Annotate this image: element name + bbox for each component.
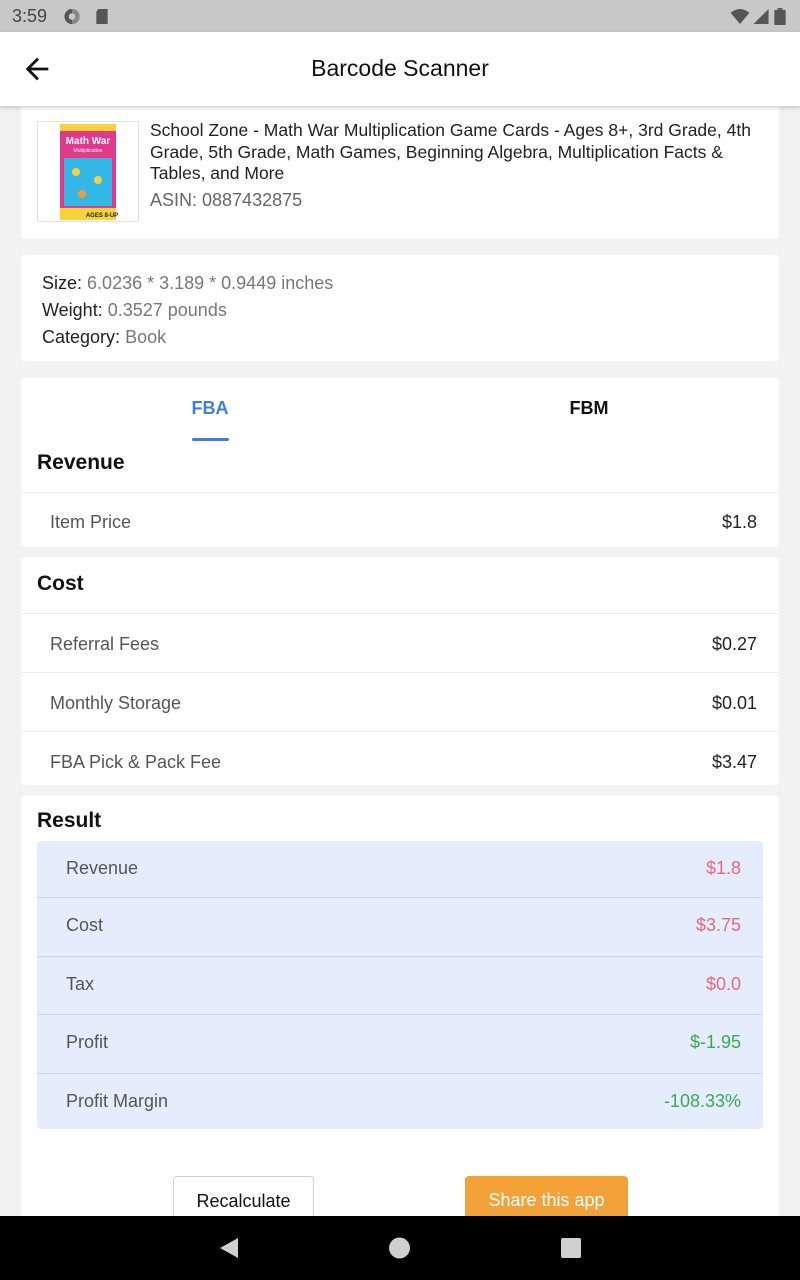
weight-row: Weight: 0.3527 pounds — [42, 297, 779, 324]
thumbnail-subtitle-text: Multiplication — [74, 148, 103, 154]
table-row: Cost $3.75 — [37, 897, 763, 955]
referral-fees-label: Referral Fees — [50, 634, 160, 654]
size-label: Size: — [42, 273, 83, 293]
tab-fba[interactable]: FBA — [170, 398, 250, 419]
size-value: 6.0236 * 3.189 * 0.9449 inches — [87, 273, 334, 293]
result-cost-value: $3.75 — [695, 915, 741, 935]
scroll-content[interactable]: Math War Multiplication AGES 8-UP School… — [0, 106, 800, 1216]
result-profit-margin-label: Profit Margin — [66, 1091, 169, 1111]
list-item: Monthly Storage $0.01 — [21, 672, 779, 731]
result-profit-value: $-1.95 — [689, 1032, 741, 1052]
share-app-button[interactable]: Share this app — [465, 1176, 628, 1216]
wifi-icon — [730, 8, 750, 25]
product-name: School Zone - Math War Multiplication Ga… — [150, 120, 751, 183]
product-asin: ASIN: 0887432875 — [150, 190, 303, 210]
app-bar: Barcode Scanner — [0, 32, 800, 106]
result-tax-value: $0.0 — [705, 974, 741, 994]
result-profit-margin-value: -108.33% — [663, 1091, 741, 1111]
system-nav-bar — [0, 1216, 800, 1280]
size-row: Size: 6.0236 * 3.189 * 0.9449 inches — [42, 270, 779, 297]
product-card: Math War Multiplication AGES 8-UP School… — [21, 106, 779, 239]
table-row: Profit Margin -108.33% — [37, 1073, 763, 1129]
item-price-row: Item Price $1.8 — [21, 492, 779, 547]
result-tax-label: Tax — [66, 974, 95, 994]
sd-card-icon — [96, 8, 108, 25]
pick-pack-fee-value: $3.47 — [711, 752, 757, 772]
list-item: FBA Pick & Pack Fee $3.47 — [21, 731, 779, 785]
item-price-label: Item Price — [50, 512, 132, 532]
nav-home-icon[interactable] — [388, 1236, 411, 1260]
result-profit-label: Profit — [66, 1032, 109, 1052]
product-thumbnail: Math War Multiplication AGES 8-UP — [37, 121, 139, 222]
data-saver-icon — [64, 8, 80, 25]
cost-card: Cost Referral Fees $0.27 Monthly Storage… — [21, 557, 779, 785]
status-bar: 3:59 — [0, 0, 800, 32]
active-tab-indicator — [192, 438, 229, 441]
product-image: Math War Multiplication AGES 8-UP — [60, 124, 118, 220]
weight-label: Weight: — [42, 300, 103, 320]
table-row: Revenue $1.8 — [37, 841, 763, 899]
weight-value: 0.3527 pounds — [107, 300, 227, 320]
referral-fees-value: $0.27 — [711, 634, 757, 654]
thumbnail-title-text: Math War — [66, 136, 111, 147]
specs-card: Size: 6.0236 * 3.189 * 0.9449 inches Wei… — [21, 255, 779, 361]
revenue-card: FBA FBM Revenue Item Price $1.8 — [21, 378, 779, 547]
result-cost-label: Cost — [66, 915, 104, 935]
nav-back-icon[interactable] — [218, 1236, 240, 1260]
page-title: Barcode Scanner — [311, 55, 489, 81]
recalculate-button[interactable]: Recalculate — [173, 1176, 314, 1216]
table-row: Profit $-1.95 — [37, 1014, 763, 1072]
category-row: Category: Book — [42, 324, 779, 351]
nav-recents-icon[interactable] — [560, 1236, 582, 1260]
thumbnail-badge-text: AGES 8-UP — [86, 213, 118, 219]
category-value: Book — [125, 327, 167, 347]
tab-fbm[interactable]: FBM — [549, 398, 629, 419]
result-revenue-value: $1.8 — [705, 858, 741, 878]
monthly-storage-value: $0.01 — [711, 693, 757, 713]
monthly-storage-label: Monthly Storage — [50, 693, 182, 713]
revenue-title: Revenue — [37, 451, 125, 474]
list-item: Referral Fees $0.27 — [21, 613, 779, 672]
status-time: 3:59 — [12, 6, 48, 26]
item-price-value: $1.8 — [721, 512, 757, 532]
battery-icon — [774, 8, 786, 25]
pick-pack-fee-label: FBA Pick & Pack Fee — [50, 752, 222, 772]
result-table: Revenue $1.8 Cost $3.75 Tax $0.0 Profit … — [37, 841, 763, 1129]
result-revenue-label: Revenue — [66, 858, 139, 878]
category-label: Category: — [42, 327, 121, 347]
cost-title: Cost — [37, 572, 84, 595]
signal-icon — [753, 8, 769, 25]
result-title: Result — [37, 809, 102, 832]
table-row: Tax $0.0 — [37, 956, 763, 1014]
result-card: Result Revenue $1.8 Cost $3.75 Tax $0.0 … — [21, 795, 779, 1216]
